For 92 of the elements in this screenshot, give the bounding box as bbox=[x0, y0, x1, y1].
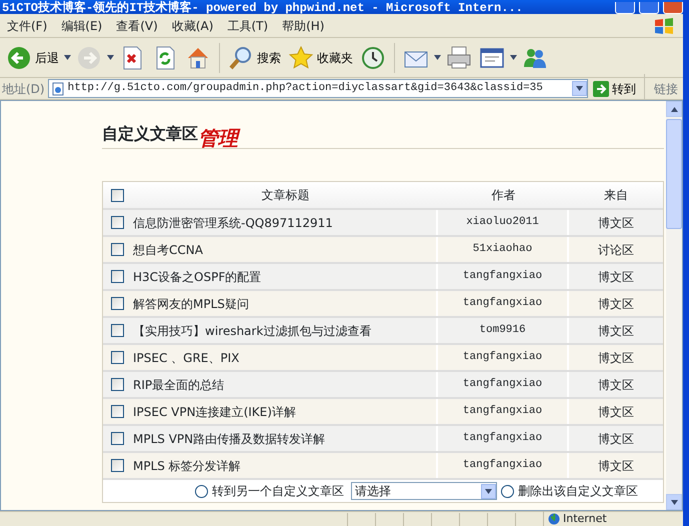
caret-icon bbox=[107, 55, 114, 60]
category-select[interactable]: 请选择 bbox=[351, 482, 497, 500]
caret-icon bbox=[510, 55, 517, 60]
checkbox[interactable] bbox=[110, 216, 124, 229]
article-title: MPLS VPN路由传播及数据转发详解 bbox=[133, 430, 326, 448]
checkbox[interactable] bbox=[110, 270, 124, 283]
checkbox[interactable] bbox=[110, 324, 124, 337]
radio-label: 删除出该自定义文章区 bbox=[518, 483, 638, 500]
dropdown-button[interactable] bbox=[64, 55, 71, 60]
author-name: tom9916 bbox=[479, 323, 526, 338]
radio-button[interactable] bbox=[195, 484, 208, 498]
author-name: tangfangxiao bbox=[462, 404, 542, 420]
window-title: 51CTO技术博客-领先的IT技术博客- powered by phpwind.net - Microsoft Intern... bbox=[2, 2, 523, 14]
article-title: IPSEC VPN连接建立(IKE)详解 bbox=[133, 404, 296, 420]
security-zone: Internet bbox=[543, 510, 683, 526]
caret-icon bbox=[485, 488, 492, 494]
author-name: xiaoluo2011 bbox=[466, 215, 539, 230]
source-label: 博文区 bbox=[598, 376, 634, 394]
dropdown-button[interactable] bbox=[572, 81, 587, 96]
source-label: 讨论区 bbox=[598, 242, 634, 258]
windows-logo-icon bbox=[653, 16, 675, 34]
author-name: 51xiaohao bbox=[472, 242, 532, 258]
source-label: 博文区 bbox=[598, 458, 634, 474]
column-header: 来自 bbox=[604, 187, 628, 204]
dropdown-button[interactable] bbox=[434, 55, 441, 60]
checkbox[interactable] bbox=[110, 378, 124, 391]
history-clock-icon bbox=[360, 44, 386, 70]
article-title: RIP最全面的总结 bbox=[133, 376, 224, 394]
caret-icon bbox=[64, 55, 71, 60]
checkbox[interactable] bbox=[110, 351, 124, 364]
radio-button[interactable] bbox=[501, 484, 514, 498]
minimize-button[interactable] bbox=[615, 2, 635, 14]
caret-icon bbox=[576, 86, 583, 91]
article-title: 解答网友的MPLS疑问 bbox=[133, 296, 249, 312]
source-label: 博文区 bbox=[598, 296, 634, 312]
author-name: tangfangxiao bbox=[462, 269, 542, 284]
back-button[interactable]: 后退 bbox=[4, 42, 61, 72]
dropdown-button[interactable] bbox=[510, 55, 517, 60]
search-icon bbox=[228, 44, 254, 70]
checkbox[interactable] bbox=[110, 188, 124, 202]
author-name: tangfangxiao bbox=[462, 458, 542, 474]
globe-icon bbox=[548, 513, 560, 525]
author-name: tangfangxiao bbox=[462, 350, 542, 366]
scroll-up-button[interactable] bbox=[666, 101, 682, 117]
checkbox[interactable] bbox=[110, 243, 124, 256]
source-label: 博文区 bbox=[598, 268, 634, 286]
menu-item[interactable]: 收藏(A) bbox=[164, 16, 220, 34]
source-label: 博文区 bbox=[598, 430, 634, 448]
page-icon bbox=[50, 82, 65, 96]
menu-item[interactable]: 查看(V) bbox=[109, 16, 165, 34]
caret-icon bbox=[670, 500, 678, 504]
caret-icon bbox=[434, 55, 441, 60]
author-name: tangfangxiao bbox=[462, 431, 542, 446]
radio-label: 转到另一个自定义文章区 bbox=[212, 483, 344, 500]
star-icon bbox=[288, 44, 314, 70]
links-button[interactable]: 链接 bbox=[651, 80, 681, 98]
close-button[interactable] bbox=[663, 2, 683, 14]
scrollbar-thumb[interactable] bbox=[666, 119, 682, 229]
checkbox[interactable] bbox=[110, 405, 124, 418]
author-name: tangfangxiao bbox=[462, 377, 542, 392]
source-label: 博文区 bbox=[598, 322, 634, 340]
checkbox[interactable] bbox=[110, 297, 124, 310]
checkbox[interactable] bbox=[110, 459, 124, 472]
scroll-down-button[interactable] bbox=[666, 494, 682, 510]
source-label: 博文区 bbox=[598, 404, 634, 420]
article-title: 【实用技巧】wireshark过滤抓包与过滤查看 bbox=[133, 322, 372, 340]
source-label: 博文区 bbox=[598, 214, 634, 232]
article-title: 想自考CCNA bbox=[133, 242, 203, 258]
column-header: 作者 bbox=[492, 187, 516, 204]
address-label: 地址(D) bbox=[2, 80, 45, 98]
page-heading: 自定义文章区 bbox=[102, 123, 198, 145]
article-title: IPSEC 、GRE、PIX bbox=[133, 350, 240, 366]
go-arrow-icon bbox=[593, 80, 609, 96]
source-label: 博文区 bbox=[598, 350, 634, 366]
address-field[interactable]: http://g.51cto.com/groupadmin.php?action=diyclassart&gid=3643&classid=35 bbox=[48, 79, 588, 98]
favorites-button[interactable]: 收藏夹 bbox=[286, 42, 355, 72]
menu-item[interactable]: 帮助(H) bbox=[275, 16, 332, 34]
up-arrow-icon bbox=[670, 106, 678, 112]
maximize-button[interactable] bbox=[639, 2, 659, 14]
menu-item[interactable]: 文件(F) bbox=[0, 16, 54, 34]
menu-item[interactable]: 编辑(E) bbox=[54, 16, 110, 34]
menu-item[interactable]: 工具(T) bbox=[220, 16, 276, 34]
heading-art: 管理 bbox=[198, 128, 238, 148]
author-name: tangfangxiao bbox=[462, 296, 542, 312]
article-title: H3C设备之OSPF的配置 bbox=[133, 268, 262, 286]
article-title: MPLS 标签分发详解 bbox=[133, 458, 241, 474]
checkbox[interactable] bbox=[110, 432, 124, 445]
printer-icon bbox=[446, 44, 472, 70]
column-header: 文章标题 bbox=[262, 187, 310, 204]
go-button[interactable]: 转到 bbox=[591, 78, 638, 100]
search-button[interactable]: 搜索 bbox=[226, 42, 283, 72]
article-title: 信息防泄密管理系统-QQ897112911 bbox=[133, 214, 333, 232]
